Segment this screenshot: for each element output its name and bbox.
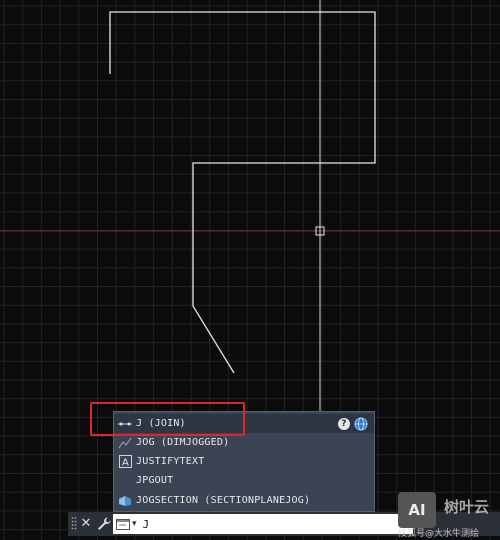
- close-icon[interactable]: ✕: [79, 516, 93, 532]
- autocomplete-item-jpgout[interactable]: JPGOUT: [114, 471, 374, 490]
- text-icon: A: [117, 455, 133, 469]
- autocomplete-item-jog[interactable]: JOG (DIMJOGGED): [114, 433, 374, 452]
- command-input[interactable]: ▾ J: [113, 514, 413, 534]
- blank-icon: [117, 474, 133, 488]
- command-prompt-icon[interactable]: [116, 518, 130, 530]
- autocomplete-item-label: J (JOIN): [136, 418, 186, 429]
- globe-icon[interactable]: [354, 417, 368, 431]
- autocomplete-item-label: JOGSECTION (SECTIONPLANEJOG): [136, 495, 311, 506]
- autocomplete-item-label: JPGOUT: [136, 475, 174, 486]
- section-icon: [117, 494, 133, 508]
- autocomplete-item-join[interactable]: J (JOIN) ?: [114, 414, 374, 433]
- jog-icon: [117, 436, 133, 450]
- join-icon: [117, 417, 133, 431]
- grip-handle[interactable]: [71, 516, 77, 532]
- chevron-down-icon[interactable]: ▾: [132, 519, 137, 529]
- command-input-text: J: [142, 517, 150, 531]
- wrench-icon[interactable]: [96, 516, 112, 532]
- autocomplete-list: J (JOIN) ? JOG (DIMJOGGED) A JUSTIFYTEXT…: [113, 411, 375, 512]
- watermark-logo: AI: [398, 492, 436, 528]
- autocomplete-item-label: JUSTIFYTEXT: [136, 456, 205, 467]
- autocomplete-item-label: JOG (DIMJOGGED): [136, 437, 230, 448]
- watermark: AI 树叶云 搜狐号@大水牛测绘: [396, 490, 500, 540]
- svg-text:A: A: [121, 458, 128, 469]
- help-icon[interactable]: ?: [338, 418, 350, 430]
- autocomplete-item-justifytext[interactable]: A JUSTIFYTEXT: [114, 452, 374, 471]
- watermark-source: 搜狐号@大水牛测绘: [398, 529, 480, 539]
- autocomplete-item-jogsection[interactable]: JOGSECTION (SECTIONPLANEJOG): [114, 491, 374, 510]
- watermark-brand: 树叶云: [444, 498, 490, 516]
